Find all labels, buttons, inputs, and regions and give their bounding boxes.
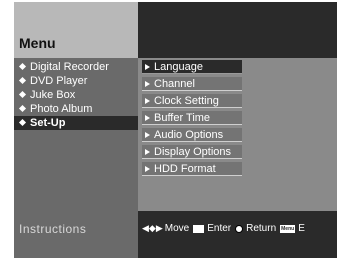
menu-title: Menu bbox=[19, 35, 56, 51]
enter-key-icon bbox=[193, 224, 205, 233]
main-menu-item-label: DVD Player bbox=[30, 75, 88, 87]
instructions-bar: ◀◆▶ Move Enter Return Menu E bbox=[138, 211, 337, 258]
return-instruction: Return bbox=[246, 223, 277, 234]
submenu-item-clock-setting[interactable]: Clock Setting bbox=[142, 94, 242, 108]
arrow-right-icon bbox=[145, 131, 150, 138]
main-menu-item-label: Set-Up bbox=[30, 117, 66, 129]
instructions-label: Instructions bbox=[19, 222, 87, 236]
main-menu-item-set-up[interactable]: Set-Up bbox=[14, 116, 138, 130]
main-menu-item-dvd-player[interactable]: DVD Player bbox=[14, 74, 138, 88]
submenu-panel: Language Channel Clock Setting Buffer Ti… bbox=[138, 58, 337, 211]
main-menu-item-juke-box[interactable]: Juke Box bbox=[14, 88, 138, 102]
instructions-line: ◀◆▶ Move Enter Return Menu E bbox=[142, 223, 305, 234]
diamond-bullet-icon bbox=[18, 105, 27, 113]
arrow-right-icon bbox=[145, 114, 150, 121]
navigation-arrows-icon: ◀◆▶ bbox=[142, 223, 163, 233]
diamond-bullet-icon bbox=[18, 91, 27, 99]
tv-menu-screen: Menu Digital Recorder DVD Player Juke Bo… bbox=[14, 2, 337, 258]
arrow-right-icon bbox=[145, 148, 150, 155]
header-right-panel bbox=[138, 2, 337, 58]
return-key-icon bbox=[235, 224, 244, 233]
arrow-right-icon bbox=[145, 97, 150, 104]
main-menu-item-label: Juke Box bbox=[30, 89, 76, 101]
arrow-right-icon bbox=[145, 165, 150, 172]
submenu-item-hdd-format[interactable]: HDD Format bbox=[142, 162, 242, 176]
main-menu-item-label: Photo Album bbox=[30, 103, 93, 115]
submenu-item-label: Language bbox=[154, 61, 203, 73]
arrow-right-icon bbox=[145, 80, 150, 87]
submenu-item-channel[interactable]: Channel bbox=[142, 77, 242, 91]
diamond-bullet-icon bbox=[18, 77, 27, 85]
submenu-item-audio-options[interactable]: Audio Options bbox=[142, 128, 242, 142]
header-left-panel: Menu bbox=[14, 2, 138, 58]
submenu-item-language[interactable]: Language bbox=[142, 60, 242, 74]
submenu-item-label: Buffer Time bbox=[154, 112, 211, 124]
submenu-item-label: Clock Setting bbox=[154, 95, 219, 107]
submenu-item-label: Display Options bbox=[154, 146, 232, 158]
arrow-right-icon bbox=[145, 63, 150, 70]
main-menu-item-photo-album[interactable]: Photo Album bbox=[14, 102, 138, 116]
menu-key-icon: Menu bbox=[280, 224, 296, 233]
move-instruction: Move bbox=[164, 223, 190, 234]
main-menu-item-label: Digital Recorder bbox=[30, 61, 109, 73]
exit-instruction-partial: E bbox=[298, 223, 305, 234]
submenu-item-display-options[interactable]: Display Options bbox=[142, 145, 242, 159]
submenu-item-label: HDD Format bbox=[154, 163, 216, 175]
submenu-item-buffer-time[interactable]: Buffer Time bbox=[142, 111, 242, 125]
submenu-item-label: Channel bbox=[154, 78, 195, 90]
diamond-bullet-icon bbox=[18, 63, 27, 71]
diamond-bullet-icon bbox=[18, 119, 27, 127]
main-menu-item-digital-recorder[interactable]: Digital Recorder bbox=[14, 60, 138, 74]
main-menu: Digital Recorder DVD Player Juke Box Pho… bbox=[14, 58, 138, 211]
instructions-label-panel: Instructions bbox=[14, 211, 138, 258]
enter-instruction: Enter bbox=[207, 223, 232, 234]
submenu-item-label: Audio Options bbox=[154, 129, 224, 141]
